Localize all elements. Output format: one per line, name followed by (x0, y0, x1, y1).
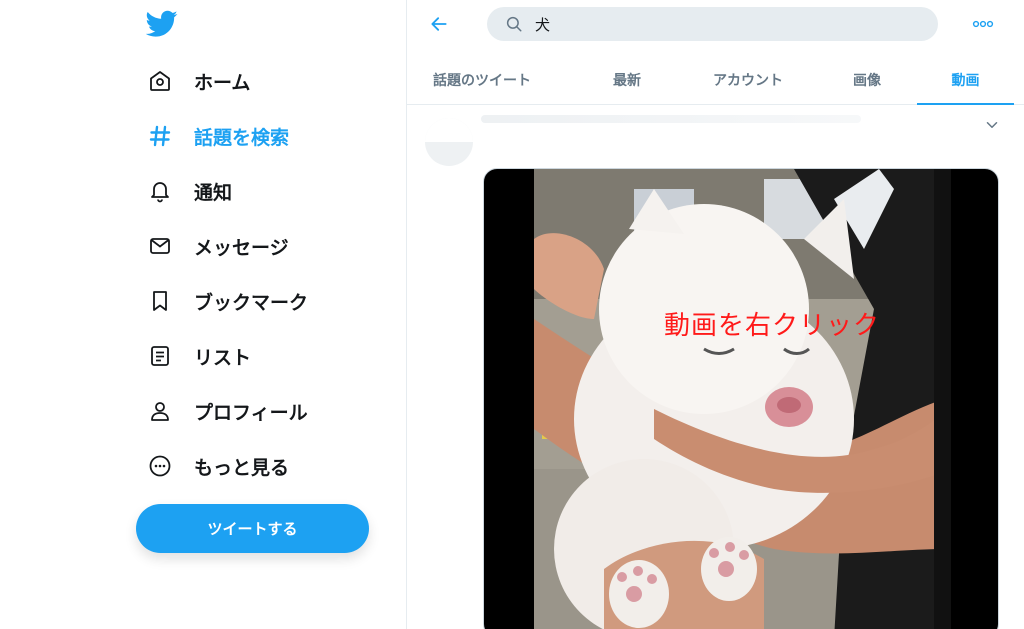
search-icon (505, 15, 523, 33)
sidebar-item-explore[interactable]: 話題を検索 (146, 116, 289, 156)
chevron-down-icon[interactable] (983, 116, 1001, 134)
sidebar-item-label: 話題を検索 (194, 126, 290, 149)
sidebar-item-notifications[interactable]: 通知 (146, 171, 232, 211)
envelope-icon (146, 232, 174, 260)
twitter-bird-icon[interactable] (145, 10, 178, 38)
sidebar-item-bookmarks[interactable]: ブックマーク (146, 281, 308, 321)
list-icon (146, 342, 174, 370)
video-frame (534, 169, 951, 629)
video-overlay-annotation: 動画を右クリック (664, 311, 881, 341)
search-tabs: 話題のツイート 最新 アカウント 画像 動画 (407, 54, 1024, 105)
tweet-button[interactable]: ツイートする (136, 504, 369, 553)
sidebar: ホーム 話題を検索 通知 メッセージ ブックマーク リスト プロフィール もっと… (0, 0, 406, 629)
bell-icon (146, 177, 174, 205)
more-circle-icon (146, 452, 174, 480)
sidebar-item-profile[interactable]: プロフィール (146, 391, 308, 431)
more-options-icon[interactable] (969, 12, 997, 36)
tab-photos[interactable]: 画像 (832, 54, 902, 105)
sidebar-item-label: ホーム (194, 71, 251, 94)
tab-videos[interactable]: 動画 (917, 54, 1014, 105)
bookmark-icon (146, 287, 174, 315)
sidebar-item-home[interactable]: ホーム (146, 61, 250, 101)
sidebar-item-label: メッセージ (194, 236, 289, 259)
search-bar[interactable] (487, 7, 938, 41)
video-thumbnail (534, 169, 951, 629)
main-column: 話題のツイート 最新 アカウント 画像 動画 (406, 0, 1024, 629)
search-input[interactable] (535, 15, 895, 33)
tab-accounts[interactable]: アカウント (693, 54, 803, 105)
tab-top[interactable]: 話題のツイート (417, 54, 547, 105)
tweet-header (481, 115, 861, 123)
hashtag-icon (146, 122, 174, 150)
sidebar-item-label: ブックマーク (194, 291, 309, 314)
sidebar-item-label: リスト (194, 346, 252, 369)
tab-latest[interactable]: 最新 (587, 54, 667, 105)
sidebar-item-lists[interactable]: リスト (146, 336, 251, 376)
avatar[interactable] (425, 118, 473, 166)
sidebar-item-label: 通知 (194, 181, 233, 204)
home-icon (146, 67, 174, 95)
sidebar-item-label: もっと見る (194, 456, 290, 479)
sidebar-item-messages[interactable]: メッセージ (146, 226, 289, 266)
sidebar-item-label: プロフィール (194, 401, 308, 424)
video-player[interactable]: 動画を右クリック (483, 168, 999, 629)
sidebar-item-more[interactable]: もっと見る (146, 446, 289, 486)
back-arrow-icon[interactable] (425, 10, 453, 38)
person-icon (146, 397, 174, 425)
